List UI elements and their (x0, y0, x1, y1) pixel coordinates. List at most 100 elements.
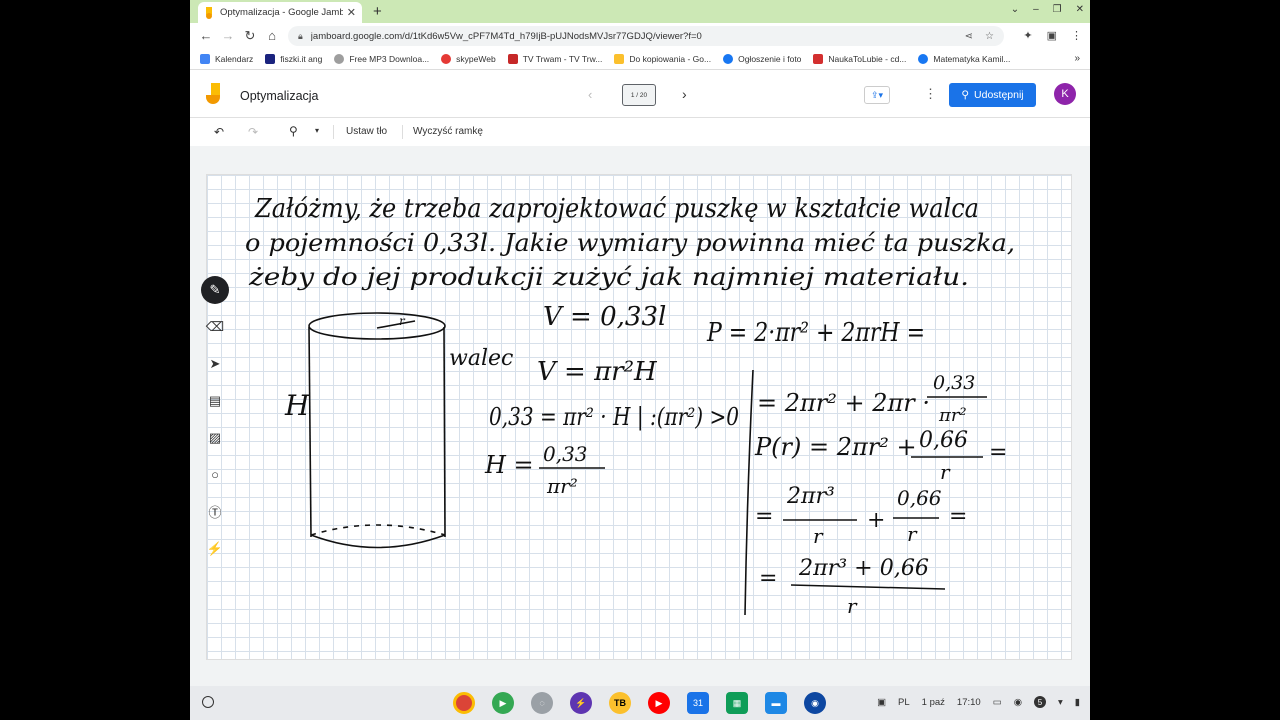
handwriting-layer: Załóżmy, że trzeba zaprojektować puszkę … (245, 194, 1015, 618)
extensions-icon[interactable]: ✦ (1023, 29, 1032, 42)
dark-app-icon[interactable]: ◉ (804, 692, 826, 714)
home-icon[interactable]: ⌂ (261, 28, 283, 43)
problem-line-2: o pojemności 0,33l. Jakie wymiary powinn… (245, 229, 1015, 257)
bookmark-item[interactable]: Matematyka Kamil... (918, 53, 1010, 64)
youtube-app-icon[interactable]: ▶ (648, 692, 670, 714)
tab-search-icon[interactable]: ⌄ (1011, 4, 1019, 15)
bookmark-item[interactable]: Free MP3 Downloa... (334, 53, 429, 64)
os-shelf: ▶ ◌ ⚡ TB ▶ 31 ▦ ▬ ◉ ▣ PL 1 paź 17:10 ▭ ◉… (190, 686, 1090, 720)
equals-sign: = (755, 504, 773, 529)
laser-icon[interactable]: ⚡ (201, 534, 229, 563)
clock: 17:10 (956, 696, 981, 708)
bookmarks-more-icon[interactable]: » (1074, 53, 1080, 64)
bookmark-item[interactable]: Kalendarz (200, 53, 253, 64)
frame-bar-button[interactable]: 1 / 20 (622, 84, 656, 106)
whiteboard[interactable]: Załóżmy, że trzeba zaprojektować puszkę … (206, 174, 1072, 660)
calendar-app-icon[interactable]: 31 (687, 692, 709, 714)
circle-shape-icon[interactable]: ○ (201, 460, 229, 489)
surface-step-5-numerator: 2πr³ + 0,66 (798, 556, 929, 581)
clear-frame-button[interactable]: Wyczyść ramkę (413, 126, 483, 137)
equals-sign: = (759, 566, 777, 591)
lock-person-icon: ⚲ (961, 89, 970, 101)
skype-icon (441, 53, 452, 64)
notification-count: 5 (1033, 696, 1046, 708)
forward-icon[interactable]: → (217, 28, 239, 43)
add-image-icon[interactable]: ▨ (201, 423, 229, 452)
eraser-tool-icon[interactable]: ⌫ (201, 312, 229, 341)
pen-tool-icon[interactable]: ✎ (201, 276, 229, 304)
status-tray[interactable]: ▣ PL 1 paź 17:10 ▭ ◉ 5 ▾ ▮ (877, 696, 1080, 708)
facebook-icon (918, 53, 929, 64)
sheets-app-icon[interactable]: ▦ (726, 692, 748, 714)
purple-app-icon[interactable]: ⚡ (570, 692, 592, 714)
bookmark-item[interactable]: Ogłoszenie i foto (723, 53, 801, 64)
surface-step-2: = 2πr² + 2πr · (757, 389, 930, 417)
volume-equation: 0,33 = πr² · H | :(πr²) >0 (489, 403, 739, 432)
jam-title[interactable]: Optymalizacja (240, 89, 319, 103)
share-page-icon[interactable]: ⋖ (965, 31, 973, 42)
reload-icon[interactable]: ↻ (239, 28, 261, 44)
cylinder-drawing (308, 312, 446, 549)
window-controls: ⌄ – ❐ ✕ (1011, 4, 1084, 15)
jamboard-favicon-icon (206, 6, 212, 19)
new-tab-button[interactable]: + (373, 3, 382, 20)
select-tool-icon[interactable]: ➤ (201, 349, 229, 378)
jamboard-toolbar: ↶ ↷ ⚲ ▾ Ustaw tło Wyczyść ramkę (190, 118, 1090, 146)
facebook-icon (723, 53, 734, 64)
height-formula-denominator: πr² (546, 474, 578, 498)
screen-capture-icon: ▭ (992, 696, 1002, 708)
pinned-apps: ▶ ◌ ⚡ TB ▶ 31 ▦ ▬ ◉ (453, 692, 826, 714)
tab-close-icon[interactable]: ✕ (347, 6, 356, 19)
back-icon[interactable]: ← (195, 28, 217, 43)
next-frame-icon[interactable]: › (682, 86, 687, 102)
play-store-app-icon[interactable]: ▶ (492, 692, 514, 714)
bookmark-star-icon[interactable]: ☆ (985, 31, 994, 42)
browser-menu-icon[interactable]: ⋮ (1071, 29, 1082, 42)
lock-icon[interactable]: 🔒︎ (298, 31, 303, 42)
browser-tab[interactable]: Optymalizacja - Google Jamboa ✕ (198, 2, 362, 23)
zoom-icon[interactable]: ⚲ (289, 124, 298, 138)
jamboard-logo-icon (206, 83, 220, 104)
equals-sign: = (989, 440, 1007, 465)
launcher-icon[interactable] (202, 696, 214, 708)
text-box-icon[interactable]: Ⓣ (201, 497, 229, 526)
files-app-icon[interactable]: ▬ (765, 692, 787, 714)
avatar[interactable]: K (1054, 83, 1076, 105)
messages-app-icon[interactable]: ◌ (531, 692, 553, 714)
derivation-bracket-line (744, 369, 754, 616)
side-toolbar: ✎ ⌫ ➤ ▤ ▨ ○ Ⓣ ⚡ (200, 276, 230, 563)
set-background-button[interactable]: Ustaw tło (346, 126, 387, 137)
share-button[interactable]: ⚲ Udostępnij (949, 83, 1036, 107)
address-bar[interactable]: 🔒︎ jamboard.google.com/d/1tKd6w5Vw_cPF7M… (288, 26, 1004, 46)
separator (333, 125, 334, 139)
prev-frame-icon[interactable]: ‹ (588, 87, 592, 102)
equals-sign: = (949, 504, 967, 529)
chrome-app-icon[interactable] (453, 692, 475, 714)
bookmark-item[interactable]: fiszki.it ang (265, 53, 322, 64)
plus-sign: + (867, 508, 885, 533)
sticky-note-icon[interactable]: ▤ (201, 386, 229, 415)
bookmark-item[interactable]: Do kopiowania - Go... (614, 53, 711, 64)
present-icon[interactable]: ⇪▾ (864, 86, 890, 104)
frame-indicator: 1 / 20 (630, 91, 648, 99)
surface-step-4-denominator-1: r (813, 524, 824, 548)
tv-trwam-icon (507, 53, 518, 64)
zoom-dropdown-icon[interactable]: ▾ (315, 126, 319, 135)
minimize-icon[interactable]: – (1033, 4, 1039, 15)
surface-step-4-numerator-2: 0,66 (897, 486, 942, 510)
tab-strip: Optymalizacja - Google Jamboa ✕ + ⌄ – ❐ … (190, 0, 1090, 23)
bookmark-item[interactable]: NaukaToLubie - cd... (813, 53, 906, 64)
date-indicator: 1 paź (921, 696, 945, 708)
undo-icon[interactable]: ↶ (214, 125, 224, 139)
redo-icon[interactable]: ↷ (248, 125, 258, 139)
height-formula-lhs: H = (484, 451, 534, 479)
jamboard-bookmark-icon (614, 53, 625, 64)
tb-app-icon[interactable]: TB (609, 692, 631, 714)
maximize-icon[interactable]: ❐ (1053, 4, 1062, 15)
more-options-icon[interactable]: ⋮ (924, 86, 937, 102)
phone-hub-icon[interactable]: ▣ (877, 697, 886, 708)
bookmark-item[interactable]: TV Trwam - TV Trw... (507, 53, 602, 64)
bookmark-item[interactable]: skypeWeb (441, 53, 496, 64)
close-window-icon[interactable]: ✕ (1076, 4, 1084, 15)
side-panel-icon[interactable]: ▣ (1047, 29, 1057, 42)
